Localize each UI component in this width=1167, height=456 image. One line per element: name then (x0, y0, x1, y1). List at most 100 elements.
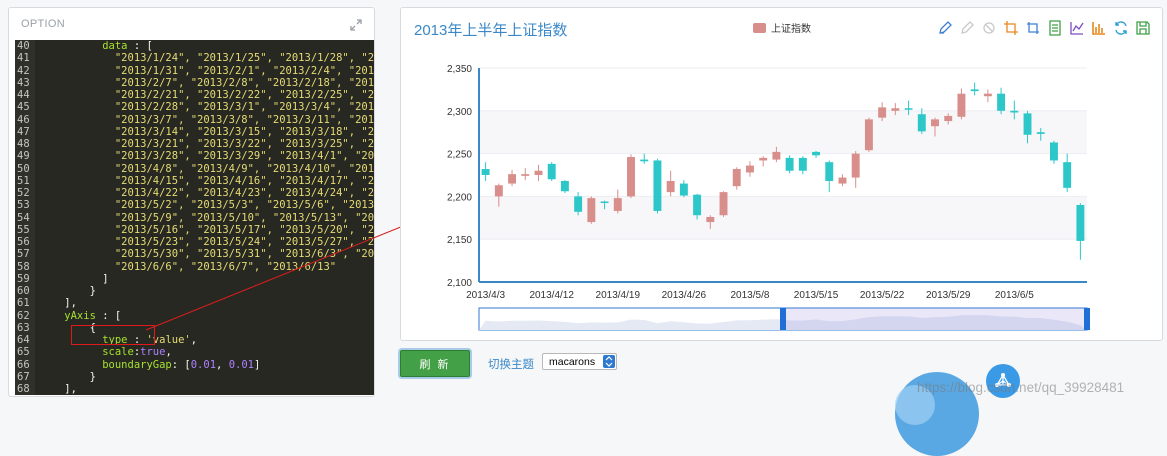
candle (719, 192, 728, 216)
datazoom-handle[interactable] (780, 308, 786, 330)
line-number: 60 (15, 285, 35, 298)
candle (640, 159, 649, 162)
option-panel-title: OPTION (21, 18, 65, 30)
code-text: "2013/4/15", "2013/4/16", "2013/4/17", "… (35, 174, 375, 187)
candle (772, 151, 781, 160)
code-text: "2013/4/8", "2013/4/9", "2013/4/10", "20… (35, 163, 374, 175)
candle (864, 119, 873, 151)
grid-band (479, 196, 1087, 240)
line-number: 48 (15, 138, 35, 151)
candle (957, 93, 966, 117)
candle (785, 157, 794, 171)
code-token: "2013/5/2", "2013/5/3", "2013/5/6", "201… (114, 199, 375, 212)
code-editor[interactable]: 40 data : [41 "2013/1/24", "2013/1/25", … (15, 40, 375, 395)
code-text: "2013/3/14", "2013/3/15", "2013/3/18", "… (35, 125, 375, 138)
candle (521, 174, 530, 176)
code-token: : [ (95, 309, 122, 322)
candle (1010, 110, 1019, 113)
code-token: "2013/3/7", "2013/3/8", "2013/3/11", "20… (114, 113, 375, 126)
code-token: "2013/3/14", "2013/3/15", "2013/3/18", "… (114, 125, 375, 138)
code-token: : [ (127, 40, 153, 52)
code-line: 45 "2013/2/28", "2013/3/1", "2013/3/4", … (15, 101, 375, 114)
code-text: data : [ (35, 40, 153, 52)
expand-icon[interactable] (350, 18, 362, 31)
x-tick-label: 2013/4/19 (596, 290, 641, 301)
code-token: , (165, 346, 172, 359)
code-line: 41 "2013/1/24", "2013/1/25", "2013/1/28"… (15, 52, 375, 65)
code-line: 60 } (15, 285, 374, 298)
code-token: 0.01 (190, 358, 217, 371)
code-text: ], (35, 297, 77, 309)
line-number: 61 (15, 297, 35, 310)
code-text: "2013/2/7", "2013/2/8", "2013/2/18", "20… (35, 77, 374, 89)
code-line: 55 "2013/5/16", "2013/5/17", "2013/5/20"… (15, 223, 374, 236)
theme-label: 切换主题 (488, 359, 534, 371)
candle (508, 174, 517, 184)
candle (693, 194, 702, 216)
y-tick-label: 2,250 (447, 150, 472, 161)
x-tick-label: 2013/4/3 (466, 290, 505, 301)
line-number: 49 (15, 150, 35, 163)
candle (534, 170, 543, 175)
candle (798, 157, 807, 171)
theme-select-value: macarons (549, 355, 596, 368)
code-text: "2013/4/22", "2013/4/23", "2013/4/24", "… (35, 187, 374, 199)
candle (679, 183, 688, 196)
code-line: 43 "2013/2/7", "2013/2/8", "2013/2/18", … (15, 76, 374, 89)
line-number: 41 (15, 52, 35, 65)
line-number: 67 (15, 370, 35, 383)
code-token: ], (39, 297, 77, 310)
refresh-button[interactable]: 刷 新 (400, 350, 470, 377)
code-token: "2013/1/31", "2013/2/1", "2013/2/4", "20… (114, 64, 375, 77)
line-number: 62 (15, 309, 35, 322)
candle (653, 160, 662, 211)
candle (1023, 113, 1032, 135)
code-token: } (39, 285, 96, 297)
chart-panel: 2013年上半年上证指数 上证指数 2,100 2,150 2,200 2,250 2,… (400, 7, 1163, 341)
candle (970, 89, 979, 92)
code-line: 44 "2013/2/21", "2013/2/22", "2013/2/25"… (15, 89, 374, 102)
code-text: "2013/1/24", "2013/1/25", "2013/1/28", "… (35, 52, 375, 65)
highlight-box (71, 325, 155, 345)
code-token: , (216, 358, 229, 371)
datazoom-handle[interactable] (1084, 308, 1090, 330)
code-line: 66 boundaryGap: [0.01, 0.01] (15, 358, 374, 371)
line-number: 47 (15, 125, 35, 138)
code-token: "2013/5/30", "2013/5/31", "2013/6/3", "2… (114, 248, 375, 261)
line-number: 64 (15, 334, 35, 347)
code-token: "2013/4/15", "2013/4/16", "2013/4/17", "… (114, 174, 375, 187)
candle (917, 114, 926, 132)
code-line: 59 ] (15, 272, 374, 285)
code-token: yAxis (39, 309, 96, 322)
code-token: ], (39, 383, 77, 395)
line-number: 54 (15, 211, 35, 224)
candle (983, 93, 992, 97)
code-text: "2013/2/28", "2013/3/1", "2013/3/4", "20… (35, 101, 375, 114)
code-token: "2013/2/28", "2013/3/1", "2013/3/4", "20… (114, 101, 375, 114)
code-line: 51 "2013/4/15", "2013/4/16", "2013/4/17"… (15, 174, 375, 187)
candle (732, 169, 741, 187)
code-line: 68 ], (15, 383, 374, 395)
y-tick-label: 2,300 (447, 107, 472, 118)
theme-select[interactable]: macarons (542, 353, 617, 370)
line-number: 55 (15, 223, 35, 236)
code-token: "2013/1/24", "2013/1/25", "2013/1/28", "… (114, 52, 375, 65)
code-token: "2013/5/9", "2013/5/10", "2013/5/13", "2… (114, 211, 375, 224)
code-line: 67 } (15, 370, 374, 383)
candlestick-chart[interactable]: 2,1002,1502,2002,2502,3002,3502013/4/3 20… (401, 8, 1164, 342)
y-tick-label: 2,100 (447, 278, 472, 289)
line-number: 63 (15, 321, 35, 334)
datazoom-selection (783, 308, 1087, 330)
line-number: 44 (15, 89, 35, 102)
line-number: 68 (15, 383, 35, 395)
code-text: "2013/6/6", "2013/6/7", "2013/6/13" (35, 261, 336, 273)
option-panel: OPTION 40 data : [41 "2013/1/24", "2013/… (8, 7, 375, 397)
code-line: 50 "2013/4/8", "2013/4/9", "2013/4/10", … (15, 162, 374, 175)
code-line: 56 "2013/5/23", "2013/5/24", "2013/5/27"… (15, 236, 374, 249)
candle (997, 93, 1006, 111)
line-number: 51 (15, 174, 35, 187)
code-line: 53 "2013/5/2", "2013/5/3", "2013/5/6", "… (15, 199, 375, 212)
code-text: ] (35, 273, 108, 285)
line-number: 57 (15, 248, 35, 261)
code-line: 62 yAxis : [ (15, 309, 374, 322)
